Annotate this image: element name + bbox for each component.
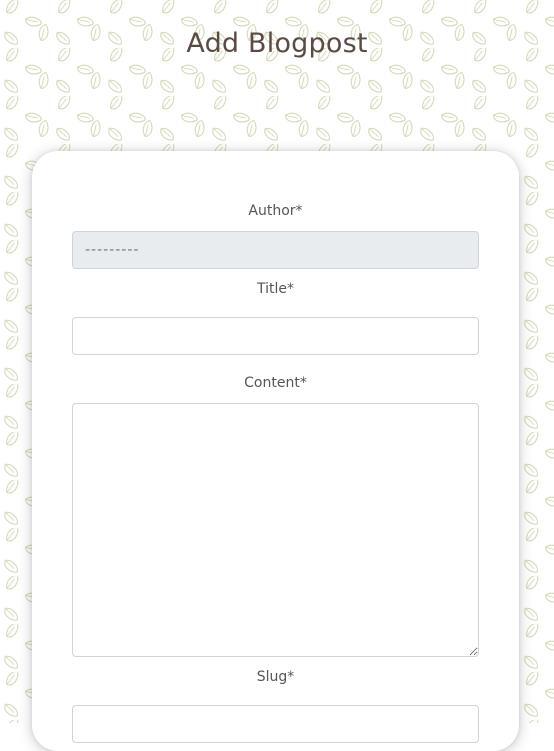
author-label: Author*: [248, 203, 303, 219]
author-select[interactable]: ---------: [72, 231, 479, 269]
title-input[interactable]: [72, 317, 479, 355]
content-textarea[interactable]: [72, 403, 479, 657]
content-label: Content*: [244, 375, 307, 391]
slug-input[interactable]: [72, 705, 479, 743]
slug-label: Slug*: [256, 669, 295, 685]
page-title: Add Blogpost: [186, 28, 368, 59]
title-label: Title*: [256, 281, 294, 297]
blogpost-form: Author* --------- Title* Content* Slug*: [32, 151, 519, 751]
